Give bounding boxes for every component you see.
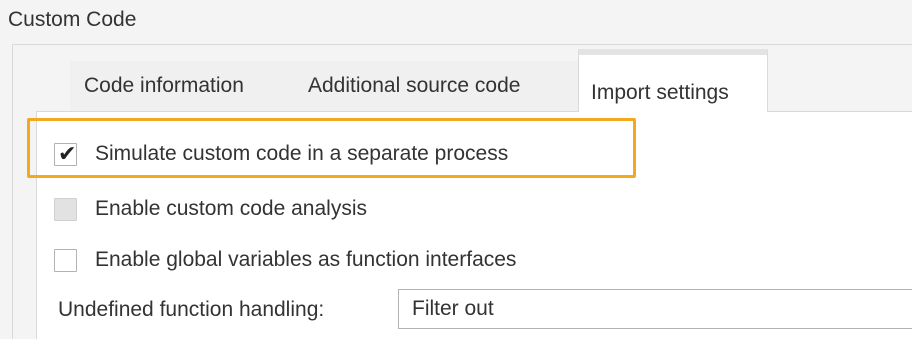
custom-code-analysis-label: Enable custom code analysis bbox=[95, 197, 367, 220]
global-variables-label: Enable global variables as function inte… bbox=[95, 248, 517, 271]
custom-code-analysis-checkbox bbox=[54, 197, 77, 221]
undefined-function-handling-label: Undefined function handling: bbox=[58, 298, 325, 321]
simulate-separate-process-label: Simulate custom code in a separate proce… bbox=[95, 142, 509, 165]
simulate-separate-process-checkbox[interactable]: ✔ bbox=[54, 141, 77, 167]
global-variables-checkbox[interactable] bbox=[54, 248, 77, 272]
global-variables-option[interactable]: Enable global variables as function inte… bbox=[54, 245, 516, 275]
undefined-function-handling-field[interactable]: Filter out bbox=[398, 289, 912, 329]
tab-code-information[interactable]: Code information bbox=[70, 61, 294, 111]
custom-code-analysis-option: Enable custom code analysis bbox=[54, 194, 367, 224]
simulate-separate-process-option[interactable]: ✔ Simulate custom code in a separate pro… bbox=[54, 139, 508, 169]
tab-import-settings[interactable]: Import settings bbox=[578, 49, 768, 112]
tab-additional-source-code[interactable]: Additional source code bbox=[294, 61, 578, 111]
section-title: Custom Code bbox=[8, 8, 137, 31]
checkmark-icon: ✔ bbox=[58, 141, 77, 167]
